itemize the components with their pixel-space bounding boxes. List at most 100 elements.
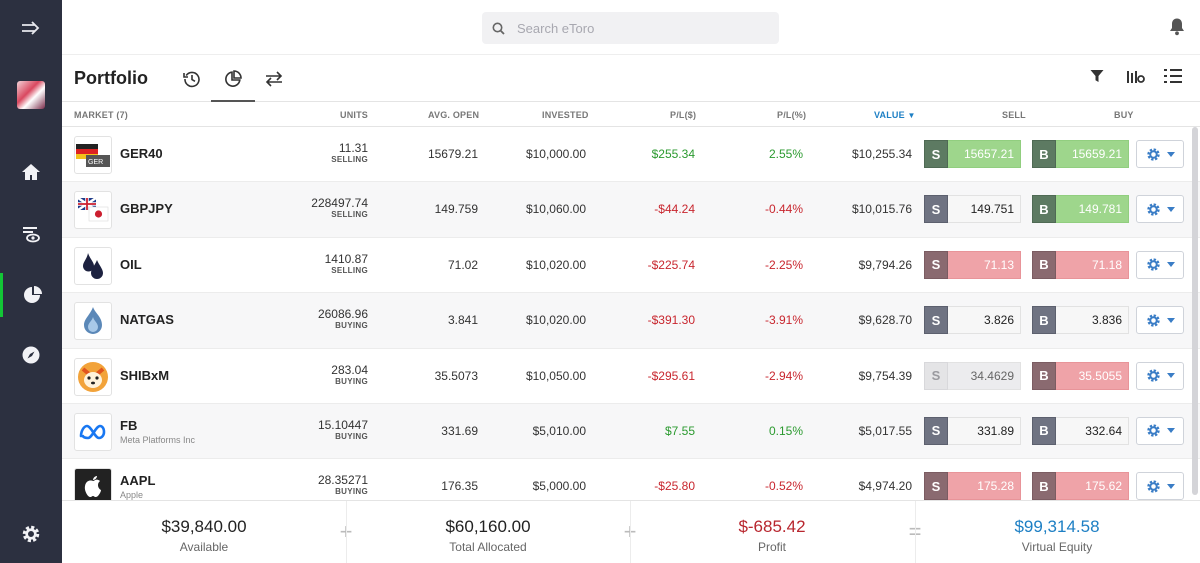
shiba-inu-icon <box>78 361 108 392</box>
columns-settings-button[interactable] <box>1126 69 1146 90</box>
units-cell: 228497.74 SELLING <box>311 197 368 220</box>
buy-price: 15659.21 <box>1056 140 1129 168</box>
instrument-symbol[interactable]: FB <box>120 418 137 433</box>
table-row[interactable]: NATGAS 26086.96 BUYING 3.841 $10,020.00 … <box>62 293 1200 349</box>
position-side: BUYING <box>335 321 368 331</box>
col-units[interactable]: UNITS <box>340 110 368 120</box>
col-invested[interactable]: INVESTED <box>542 110 589 120</box>
buy-button[interactable]: B 15659.21 <box>1032 140 1129 168</box>
instrument-symbol[interactable]: SHIBxM <box>120 368 169 383</box>
position-settings-button[interactable] <box>1136 416 1184 445</box>
instrument-symbol[interactable]: AAPL <box>120 473 155 488</box>
position-side: SELLING <box>331 265 368 275</box>
tab-transfers[interactable] <box>254 66 294 92</box>
col-buy: BUY <box>1114 110 1134 120</box>
sell-button[interactable]: S 331.89 <box>924 416 1021 445</box>
instrument-symbol[interactable]: NATGAS <box>120 312 174 327</box>
col-sell: SELL <box>1002 110 1026 120</box>
instrument-logo <box>74 412 112 451</box>
pl-usd-cell: $7.55 <box>664 423 695 438</box>
gear-icon <box>22 525 40 543</box>
gas-flame-icon <box>84 307 102 335</box>
profile-avatar-button[interactable] <box>0 73 62 117</box>
gear-icon <box>1146 369 1160 382</box>
columns-settings-icon <box>1127 71 1145 83</box>
sell-button[interactable]: S 3.826 <box>924 306 1021 335</box>
list-view-button[interactable] <box>1164 69 1182 88</box>
invested-cell: $10,000.00 <box>525 147 586 161</box>
position-settings-button[interactable] <box>1136 306 1184 335</box>
invested-cell: $5,010.00 <box>532 423 586 438</box>
positions-table: MARKET (7) UNITS AVG. OPEN INVESTED P/L(… <box>62 103 1200 515</box>
position-settings-button[interactable] <box>1136 140 1184 168</box>
sidebar-item-discover[interactable] <box>0 333 62 377</box>
chevron-down-icon <box>1166 206 1175 212</box>
instrument-symbol[interactable]: GER40 <box>120 146 163 161</box>
filter-button[interactable] <box>1090 69 1104 88</box>
pl-usd-cell: $255.34 <box>651 147 695 161</box>
scrollbar[interactable] <box>1192 127 1198 495</box>
sell-button[interactable]: S 15657.21 <box>924 140 1021 168</box>
sidebar-item-settings[interactable] <box>0 512 62 556</box>
col-market[interactable]: MARKET (7) <box>74 110 128 120</box>
bell-icon <box>1170 18 1184 36</box>
buy-button[interactable]: B 332.64 <box>1032 416 1129 445</box>
position-side: BUYING <box>335 376 368 386</box>
chevron-down-icon <box>1166 262 1175 268</box>
buy-price: 149.781 <box>1056 195 1129 224</box>
pl-usd-cell: -$391.30 <box>647 313 695 328</box>
buy-button[interactable]: B 71.18 <box>1032 250 1129 279</box>
instrument-name: Apple <box>120 490 144 501</box>
buy-button[interactable]: B 35.5055 <box>1032 361 1129 390</box>
top-bar <box>62 0 1200 55</box>
instrument-symbol[interactable]: GBPJPY <box>120 201 173 216</box>
buy-price: 175.62 <box>1056 472 1129 501</box>
pl-pct-cell: -2.94% <box>764 368 803 383</box>
buy-button[interactable]: B 3.836 <box>1032 306 1129 335</box>
instrument-symbol[interactable]: OIL <box>120 257 142 272</box>
sidebar-item-portfolio[interactable] <box>0 273 62 317</box>
chevron-down-icon <box>1166 151 1175 157</box>
tab-overview[interactable] <box>211 66 255 102</box>
sell-price: 15657.21 <box>948 140 1021 168</box>
position-settings-button[interactable] <box>1136 472 1184 501</box>
sidebar-item-watchlist[interactable] <box>0 212 62 256</box>
buy-button[interactable]: B 149.781 <box>1032 195 1129 224</box>
tab-history[interactable] <box>172 66 212 92</box>
table-row[interactable]: GER GER40 11.31 SELLING 15679.21 $10,000… <box>62 127 1200 183</box>
position-settings-button[interactable] <box>1136 195 1184 224</box>
col-value[interactable]: VALUE ▼ <box>874 110 916 120</box>
position-settings-button[interactable] <box>1136 361 1184 390</box>
search-input[interactable] <box>517 20 757 36</box>
available-value: $39,840.00 <box>161 517 247 536</box>
value-cell: $9,628.70 <box>858 313 912 328</box>
search-box[interactable] <box>482 12 779 44</box>
col-avg-open[interactable]: AVG. OPEN <box>428 110 479 120</box>
table-row[interactable]: GBPJPY 228497.74 SELLING 149.759 $10,060… <box>62 182 1200 238</box>
collapse-menu-button[interactable] <box>0 6 62 50</box>
sell-button[interactable]: S 71.13 <box>924 250 1021 279</box>
value-cell: $9,754.39 <box>858 368 912 383</box>
position-settings-button[interactable] <box>1136 250 1184 279</box>
sell-button[interactable]: S 149.751 <box>924 195 1021 224</box>
profit-label: Profit <box>757 540 786 554</box>
units-cell: 15.10447 BUYING <box>318 419 368 442</box>
gear-icon <box>1146 203 1160 216</box>
sort-desc-icon: ▼ <box>907 111 916 120</box>
sell-button[interactable]: S 175.28 <box>924 472 1021 501</box>
table-row[interactable]: OIL 1410.87 SELLING 71.02 $10,020.00 -$2… <box>62 237 1200 294</box>
position-side: SELLING <box>331 155 368 164</box>
table-row[interactable]: SHIBxM 283.04 BUYING 35.5073 $10,050.00 … <box>62 348 1200 404</box>
sell-button[interactable]: S 34.4629 <box>924 361 1021 390</box>
buy-button[interactable]: B 175.62 <box>1032 472 1129 501</box>
buy-label: B <box>1032 195 1056 224</box>
col-pl-usd[interactable]: P/L($) <box>670 110 696 120</box>
sidebar-item-home[interactable] <box>0 150 62 194</box>
instrument-logo <box>74 357 112 396</box>
notifications-button[interactable] <box>1168 17 1186 41</box>
list-icon <box>1164 69 1182 83</box>
filter-icon <box>1090 70 1104 82</box>
buy-price: 71.18 <box>1056 250 1129 279</box>
table-row[interactable]: FB Meta Platforms Inc 15.10447 BUYING 33… <box>62 403 1200 460</box>
col-pl-pct[interactable]: P/L(%) <box>777 110 806 120</box>
